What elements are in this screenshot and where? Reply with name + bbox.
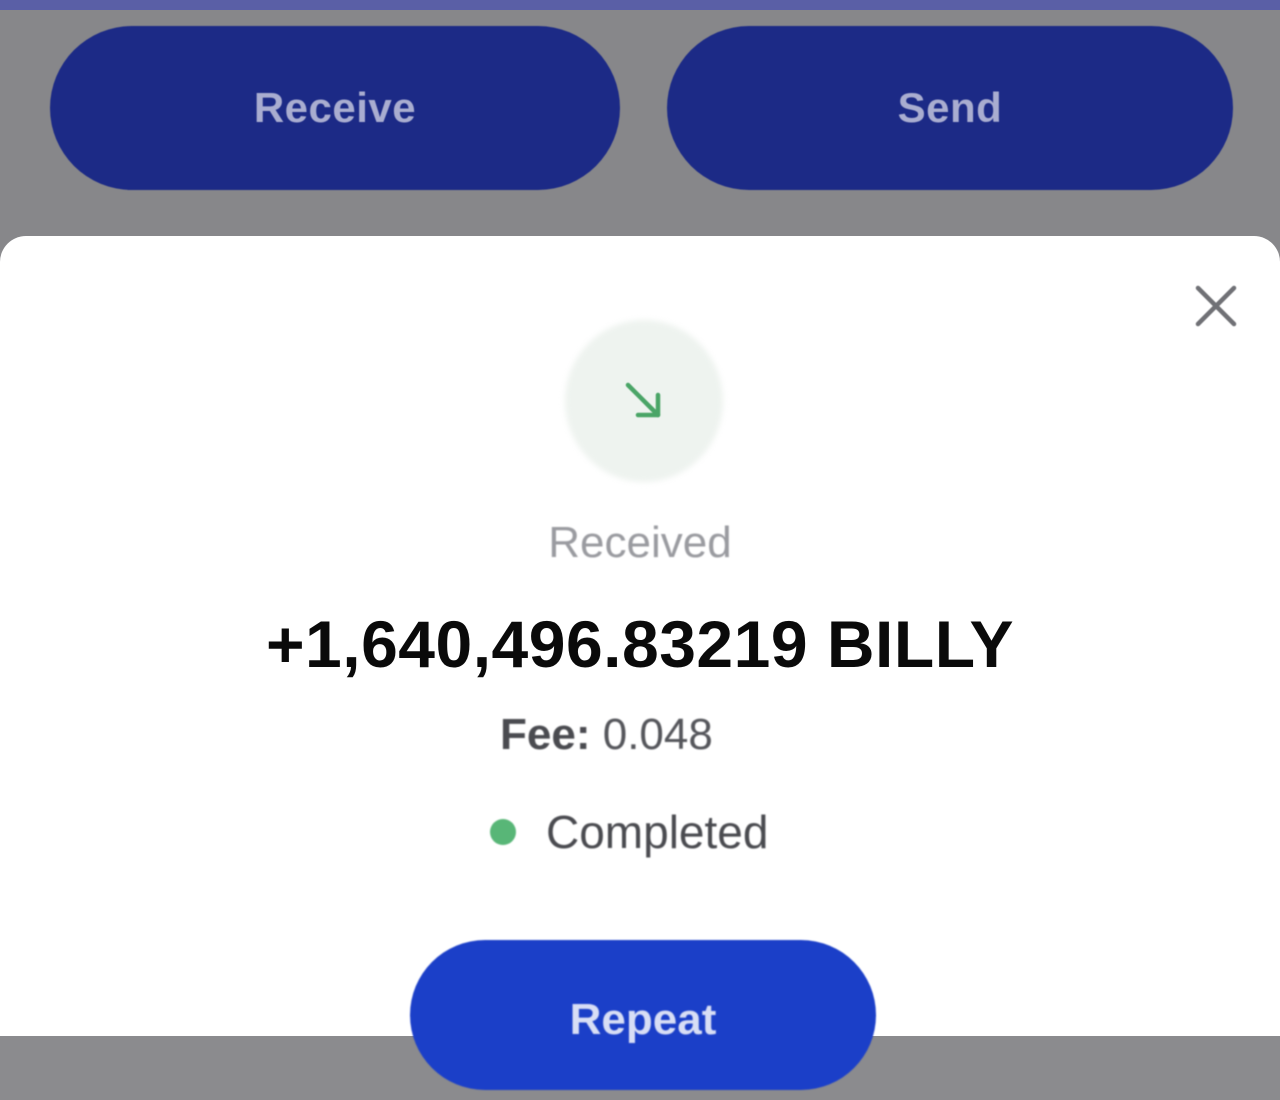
fee-row: Fee: 0.048 <box>500 710 713 760</box>
status-row: Completed <box>490 805 768 859</box>
send-button[interactable]: Send <box>667 26 1233 190</box>
receive-button[interactable]: Receive <box>50 26 620 190</box>
fee-label: Fee: <box>500 710 591 759</box>
top-app-bar-edge <box>0 0 1280 10</box>
arrow-down-right-icon <box>618 375 672 429</box>
fee-value: 0.048 <box>602 710 713 759</box>
repeat-button[interactable]: Repeat <box>410 940 876 1090</box>
transaction-direction-label: Received <box>548 518 732 567</box>
close-icon[interactable] <box>1190 280 1242 332</box>
transaction-amount: +1,640,496.83219 BILLY <box>266 607 1014 681</box>
status-dot-icon <box>490 819 516 845</box>
status-text: Completed <box>546 806 769 858</box>
